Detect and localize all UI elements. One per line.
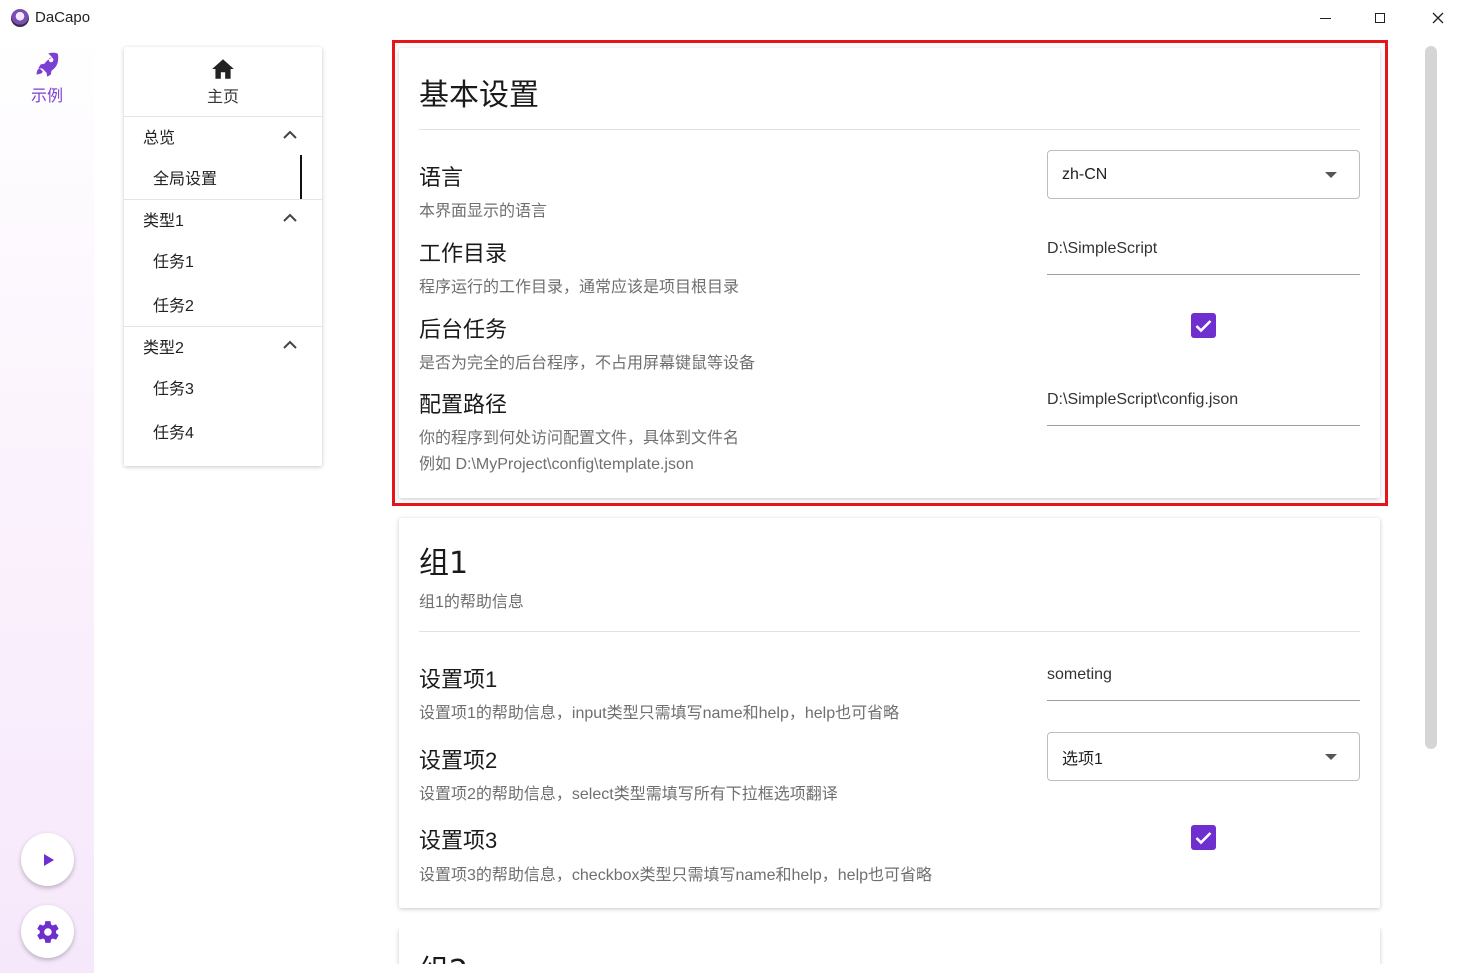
nav-group-overview[interactable]: 总览	[124, 117, 322, 155]
play-icon	[43, 853, 54, 866]
main-scrollbar[interactable]	[1425, 46, 1437, 749]
setting-help: 设置项2的帮助信息，select类型需填写所有下拉框选项翻译	[419, 786, 838, 803]
rail-item-label: 示例	[30, 88, 63, 105]
task-navigation-panel: 主页 总览 全局设置 类型1 任务1 任务2 类型2 任务3 任务4	[124, 47, 322, 466]
home-icon	[212, 58, 234, 79]
divider	[419, 631, 1360, 632]
nav-item-label: 全局设置	[153, 171, 218, 188]
minimize-button[interactable]	[1312, 5, 1338, 31]
nav-group-type1[interactable]: 类型1	[124, 200, 322, 238]
nav-home-label: 主页	[206, 88, 239, 106]
setting-item3-checkbox[interactable]	[1191, 825, 1216, 850]
run-button[interactable]	[21, 833, 74, 886]
close-button[interactable]	[1425, 5, 1451, 31]
checkmark-icon	[1195, 831, 1212, 844]
nav-item-label: 任务3	[153, 381, 194, 398]
setting-help: 设置项3的帮助信息，checkbox类型只需填写name和help，help也可…	[419, 867, 933, 884]
chevron-up-icon	[283, 213, 297, 222]
dropdown-arrow-icon	[1325, 754, 1337, 760]
nav-item-label: 任务4	[153, 425, 194, 442]
settings-button[interactable]	[21, 905, 74, 958]
nav-group-type2[interactable]: 类型2	[124, 327, 322, 365]
setting-help: 设置项1的帮助信息，input类型只需填写name和help，help也可省略	[419, 705, 900, 722]
nav-group-label: 类型2	[143, 340, 184, 357]
nav-item-label: 任务1	[153, 254, 194, 271]
nav-item-label: 任务2	[153, 298, 194, 315]
navigation-rail: 示例	[0, 36, 94, 973]
card-help: 组1的帮助信息	[419, 594, 524, 611]
card-title: 组2	[419, 946, 468, 964]
maximize-button[interactable]	[1367, 5, 1393, 31]
card-title: 组1	[419, 546, 469, 581]
setting-item2-select[interactable]: 选项1	[1047, 732, 1360, 781]
setting-name: 设置项2	[419, 748, 498, 773]
input-value: someting	[1047, 666, 1112, 683]
minimize-icon	[1319, 17, 1331, 19]
nav-home[interactable]: 主页	[124, 47, 322, 117]
chevron-up-icon	[283, 130, 297, 139]
select-value: 选项1	[1062, 750, 1103, 768]
group2-card: 组2	[399, 928, 1380, 964]
title-bar: DaCapo	[0, 0, 1467, 36]
nav-item-task4[interactable]: 任务4	[124, 409, 322, 453]
group1-card: 组1 组1的帮助信息 设置项1 设置项1的帮助信息，input类型只需填写nam…	[399, 518, 1380, 908]
nav-group-label: 类型1	[143, 213, 184, 230]
rail-item-example[interactable]: 示例	[0, 50, 94, 110]
nav-item-task3[interactable]: 任务3	[124, 365, 322, 409]
highlight-frame	[392, 40, 1388, 506]
app-logo-icon	[11, 9, 29, 27]
rocket-icon	[36, 52, 59, 77]
window-title: DaCapo	[35, 9, 91, 26]
setting-name: 设置项1	[419, 667, 498, 692]
chevron-up-icon	[283, 340, 297, 349]
close-icon	[1432, 12, 1444, 24]
nav-group-label: 总览	[143, 130, 176, 147]
maximize-icon	[1375, 13, 1385, 23]
nav-item-global-settings[interactable]: 全局设置	[124, 155, 322, 199]
gear-icon	[36, 920, 58, 943]
setting-item1-input[interactable]: someting	[1047, 658, 1360, 701]
nav-item-task1[interactable]: 任务1	[124, 238, 322, 282]
group2-viewport: 组2	[390, 928, 1390, 964]
setting-name: 设置项3	[419, 828, 498, 853]
nav-item-task2[interactable]: 任务2	[124, 282, 322, 326]
